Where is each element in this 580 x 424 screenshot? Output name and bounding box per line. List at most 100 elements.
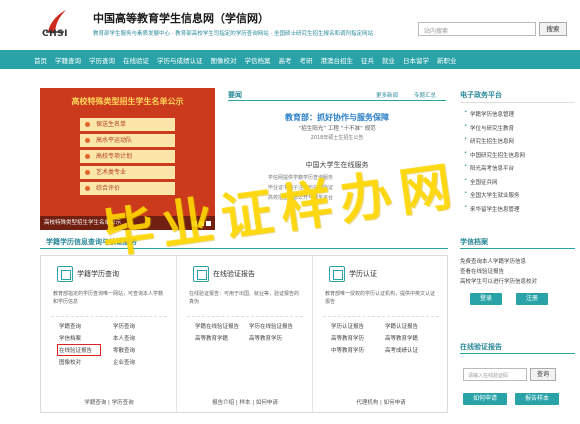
- panel-footer-links[interactable]: 报告介绍 | 样本 | 如何申请: [177, 398, 313, 406]
- archive-desc-line: 高校学生可以进行学历信息校对: [460, 279, 538, 285]
- panel-link[interactable]: 图像校对: [59, 358, 113, 366]
- nav-item[interactable]: 征兵: [361, 55, 374, 65]
- sidebar-link[interactable]: 来华留学生信息管理: [464, 204, 525, 213]
- nav-item[interactable]: 日本留学: [403, 55, 429, 65]
- archive-desc: 免费查询本人学籍学历信息 查看在线验证报告 高校学生可以进行学历信息校对: [460, 257, 575, 287]
- nav-item[interactable]: 就业: [382, 55, 395, 65]
- panel-link[interactable]: 高等教育学历: [331, 334, 385, 342]
- panel-link[interactable]: 高等教育学历: [249, 334, 303, 342]
- section-title: 学籍学历信息查询与认证服务: [46, 238, 137, 246]
- divider: [323, 316, 439, 317]
- document-icon: [329, 266, 345, 282]
- site-title[interactable]: 中国高等教育学生信息网（学信网）: [93, 10, 269, 26]
- sidebar-link[interactable]: 研究生招生信息网: [464, 136, 525, 145]
- panel-link[interactable]: 学籍查询: [59, 322, 113, 330]
- panel-link-grid: 学历认证报告 学籍认证报告 高等教育学历 高等教育学籍 中等教育学历 高考成绩认证: [331, 322, 439, 354]
- panel-link[interactable]: 学籍在线验证报告: [195, 322, 249, 330]
- sidebar-link[interactable]: 中国研究生招生信息网: [464, 150, 525, 159]
- register-button[interactable]: 注册: [516, 293, 549, 305]
- panel-link[interactable]: 在线验证报告: [57, 344, 101, 356]
- panel-link[interactable]: 学历认证报告: [331, 322, 385, 330]
- search-button[interactable]: 搜索: [539, 22, 567, 36]
- divider: [51, 316, 167, 317]
- login-button[interactable]: 登录: [470, 293, 503, 305]
- banner-title: 高校特殊类型招生学生名单公示: [71, 97, 184, 106]
- panel-link[interactable]: 企业查询: [113, 358, 167, 366]
- pager-dot[interactable]: [206, 221, 211, 226]
- banner-list-item[interactable]: 高校专项计划: [80, 150, 175, 163]
- nav-item[interactable]: 学信档案: [245, 55, 271, 65]
- divider: [187, 316, 303, 317]
- nav-item[interactable]: 在线验证: [123, 55, 149, 65]
- nav-item[interactable]: 高考: [279, 55, 292, 65]
- news-line[interactable]: 学信网提供学籍学历查询服务: [268, 174, 408, 181]
- nav-item[interactable]: 图像校对: [211, 55, 237, 65]
- news-subline[interactable]: “招生阳光” 工程 “十不准” 规范: [228, 124, 446, 132]
- how-to-apply-button[interactable]: 如何申请: [463, 393, 508, 405]
- pager-dot[interactable]: [199, 221, 204, 226]
- verify-query-button[interactable]: 查询: [530, 368, 556, 381]
- nav-item[interactable]: 学历与成绩认证: [157, 55, 203, 65]
- panel-link[interactable]: 学信档案: [59, 334, 113, 342]
- panel-link[interactable]: 学籍认证报告: [385, 322, 439, 330]
- panel-title[interactable]: 在线验证报告: [213, 269, 255, 279]
- banner-list-item[interactable]: 高水平运动队: [80, 134, 175, 147]
- sidebar-link[interactable]: 学籍学历信息管理: [464, 109, 525, 118]
- sidebar-list: 学籍学历信息管理学位与研究生教育研究生招生信息网中国研究生招生信息网阳光高考信息…: [464, 109, 525, 218]
- panel-link[interactable]: 学历查询: [113, 322, 167, 330]
- panel-footer-links[interactable]: 学籍查询 | 学历查询: [41, 398, 177, 406]
- archive-desc-line: 免费查询本人学籍学历信息: [460, 259, 527, 265]
- news-column: 要闻 更多新闻 专题汇总 教育部：抓好协作与服务保障 “招生阳光” 工程 “十不…: [228, 88, 446, 230]
- banner-pager[interactable]: [192, 221, 211, 226]
- more-news-link[interactable]: 更多新闻: [376, 91, 398, 99]
- panel-link[interactable]: 零散查询: [113, 346, 167, 354]
- xuexin-archive-box: 学信档案 免费查询本人学籍学历信息 查看在线验证报告 高校学生可以进行学历信息校对 …: [460, 235, 575, 305]
- sidebar-title: 电子政务平台: [460, 91, 502, 99]
- panel-link[interactable]: 学历在线验证报告: [249, 322, 303, 330]
- nav-item[interactable]: 考研: [300, 55, 313, 65]
- sidebar-link[interactable]: 全国大学生就业服务: [464, 190, 525, 199]
- sidebar-link[interactable]: 全国征兵网: [464, 177, 525, 186]
- panel-description: 教育部指定的学历查询唯一网站，可查询本人学籍和学历信息: [53, 291, 164, 305]
- promo-banner[interactable]: 高校特殊类型招生学生名单公示 保送生名单高水平运动队 高校专项计划 艺术类专业综合评…: [40, 88, 215, 230]
- nav-item[interactable]: 首页: [34, 55, 47, 65]
- sidebar-link[interactable]: 阳光高考信息平台: [464, 163, 525, 172]
- news-line[interactable]: 高校招生信息公开与服务平台: [268, 194, 408, 201]
- news-date: 2018年硕士生招生公告: [310, 135, 364, 141]
- nav-item[interactable]: 新职业: [437, 55, 457, 65]
- panel-link[interactable]: 中等教育学历: [331, 346, 385, 354]
- panel-link-grid: 学籍在线验证报告 学历在线验证报告 高等教育学籍 高等教育学历: [195, 322, 303, 342]
- nav-item[interactable]: 港澳台招生: [321, 55, 354, 65]
- panel-description: 教育部唯一授权的学历认证机构，提供中英文认证报告: [325, 291, 436, 305]
- sidebar-link[interactable]: 学位与研究生教育: [464, 123, 525, 132]
- panel-link[interactable]: 高等教育学籍: [385, 334, 439, 342]
- banner-list-item[interactable]: 综合评价: [80, 182, 175, 195]
- news-list: 学信网提供学籍学历查询服务 毕业证书电子注册与在线验证 高校招生信息公开与服务平台: [268, 174, 408, 204]
- verify-code-input[interactable]: 请输入在线验证码: [463, 368, 527, 381]
- search-input[interactable]: 站内搜索: [418, 22, 536, 36]
- topics-link[interactable]: 专题汇总: [414, 91, 436, 99]
- main-nav: 首页 学籍查询 学历查询 在线验证 学历与成绩认证 图像校对 学信档案 高考 考研 港澳台招生 征兵…: [0, 50, 580, 69]
- egov-sidebar: 电子政务平台 学籍学历信息管理学位与研究生教育研究生招生信息网中国研究生招生信息…: [460, 88, 575, 230]
- panel-link[interactable]: 高等教育学籍: [195, 334, 249, 342]
- news-headline-secondary[interactable]: 中国大学生在线服务: [228, 160, 446, 170]
- panel-link[interactable]: 本人查询: [113, 334, 167, 342]
- pager-dot[interactable]: [192, 221, 197, 226]
- banner-list-item[interactable]: 艺术类专业: [80, 166, 175, 179]
- news-line[interactable]: 毕业证书电子注册与在线验证: [268, 184, 408, 191]
- panel-footer-links[interactable]: 代理机构 | 如何申请: [313, 398, 449, 406]
- banner-caption[interactable]: 高校特殊类型招生学生名单公示: [40, 216, 215, 230]
- panel-title[interactable]: 学籍学历查询: [77, 269, 119, 279]
- report-sample-button[interactable]: 报告样本: [515, 393, 560, 405]
- section-header: 学籍学历信息查询与认证服务: [40, 235, 448, 249]
- divider: [460, 102, 575, 103]
- news-title: 要闻: [228, 91, 242, 99]
- service-panel: 学历认证教育部唯一授权的学历认证机构，提供中英文认证报告学历认证报告 学籍认证报告…: [313, 256, 449, 412]
- banner-list-item[interactable]: 保送生名单: [80, 118, 175, 131]
- news-headline[interactable]: 教育部：抓好协作与服务保障: [228, 112, 446, 123]
- verify-title: 在线验证报告: [460, 340, 575, 354]
- panel-title[interactable]: 学历认证: [349, 269, 377, 279]
- nav-item[interactable]: 学籍查询: [55, 55, 81, 65]
- panel-link[interactable]: 高考成绩认证: [385, 346, 439, 354]
- nav-item[interactable]: 学历查询: [89, 55, 115, 65]
